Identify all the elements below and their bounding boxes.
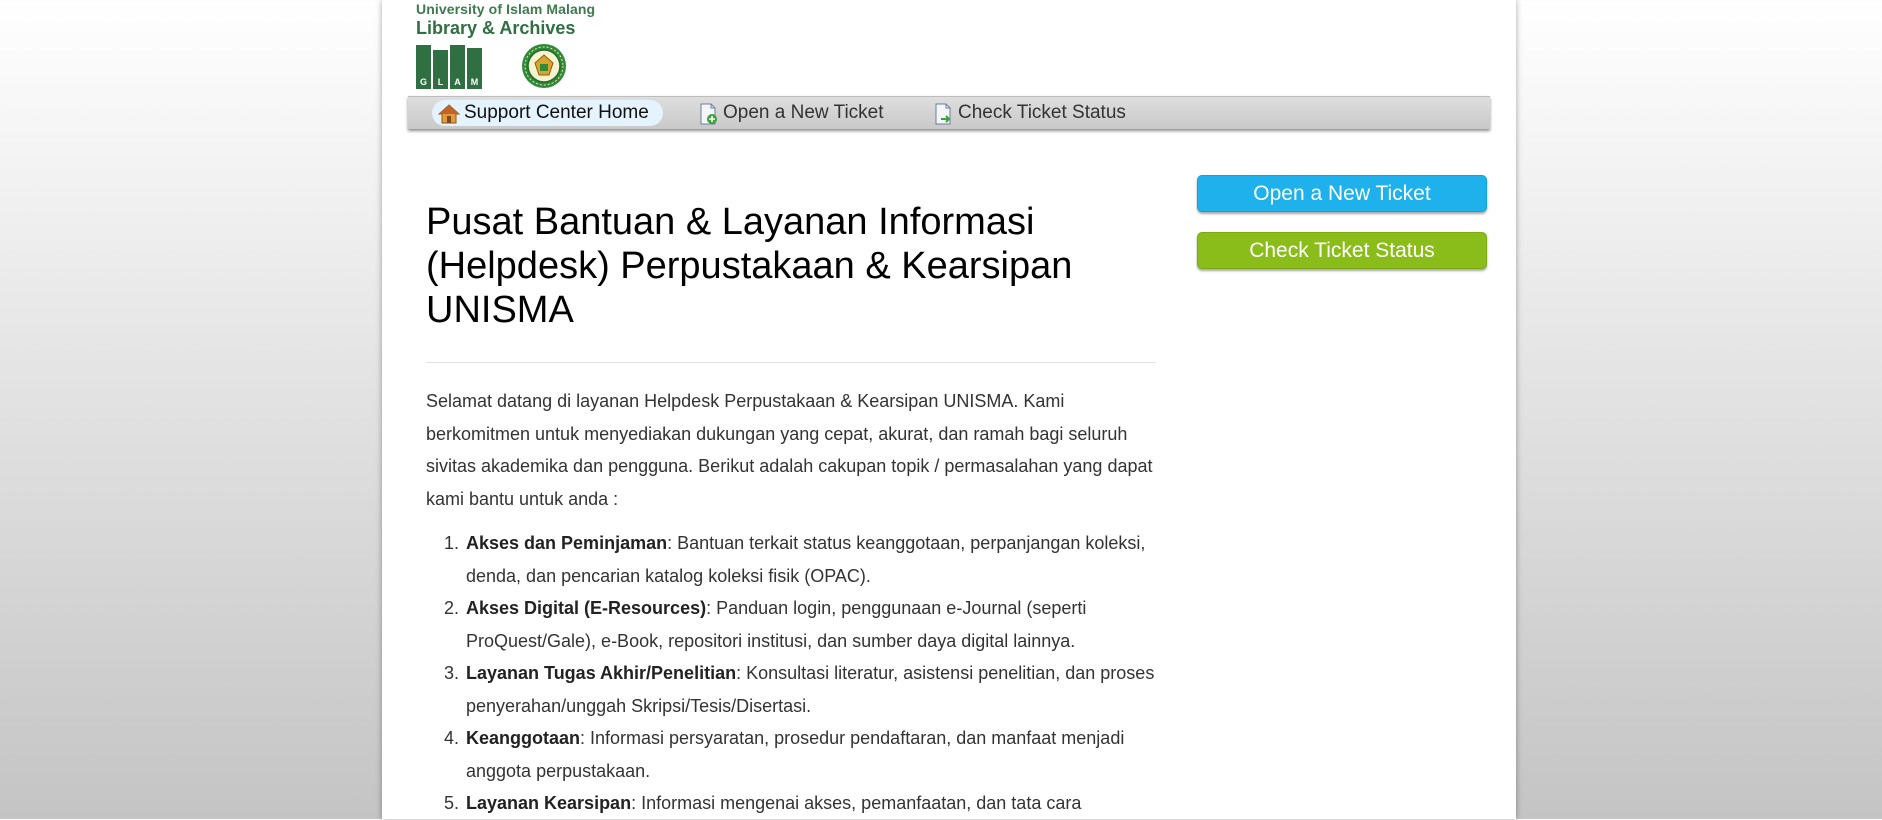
list-item: Layanan Tugas Akhir/Penelitian: Konsulta…	[464, 657, 1156, 722]
svg-text:L: L	[438, 77, 444, 87]
topic-term: Layanan Kearsipan	[466, 793, 632, 813]
page-title: Pusat Bantuan & Layanan Informasi (Helpd…	[426, 201, 1073, 331]
topic-description: : Informasi mengenai akses, pemanfaatan,…	[631, 793, 1082, 813]
nav-label: Support Center Home	[464, 102, 649, 123]
nav-open-new-ticket[interactable]: Open a New Ticket	[691, 100, 884, 126]
unisma-seal-icon	[522, 44, 566, 88]
nav-support-center-home[interactable]: Support Center Home	[432, 100, 663, 126]
list-item: Keanggotaan: Informasi persyaratan, pros…	[464, 722, 1156, 787]
page-container: University of Islam Malang Library & Arc…	[382, 0, 1516, 819]
logo-university-name: University of Islam Malang	[416, 1, 596, 17]
list-item: Akses Digital (E-Resources): Panduan log…	[464, 592, 1156, 657]
open-new-ticket-button[interactable]: Open a New Ticket	[1197, 175, 1487, 212]
topic-term: Akses dan Peminjaman	[466, 533, 668, 553]
list-item: Akses dan Peminjaman: Bantuan terkait st…	[464, 527, 1156, 592]
intro-paragraph: Selamat datang di layanan Helpdesk Perpu…	[426, 391, 1153, 509]
topic-term: Layanan Tugas Akhir/Penelitian	[466, 663, 737, 683]
check-ticket-status-button[interactable]: Check Ticket Status	[1197, 232, 1487, 269]
ticket-status-icon	[935, 103, 951, 125]
new-ticket-icon	[700, 103, 717, 125]
topic-list: Akses dan Peminjaman: Bantuan terkait st…	[426, 527, 1156, 820]
nav-check-ticket-status[interactable]: Check Ticket Status	[926, 100, 1126, 126]
main-content: Pusat Bantuan & Layanan Informasi (Helpd…	[426, 200, 1156, 820]
title-divider	[426, 362, 1156, 363]
home-icon	[438, 104, 460, 124]
site-logo[interactable]: University of Islam Malang Library & Arc…	[414, 0, 614, 92]
topic-term: Akses Digital (E-Resources)	[466, 598, 707, 618]
svg-text:G: G	[420, 77, 427, 87]
nav-label: Check Ticket Status	[958, 102, 1126, 123]
list-item: Layanan Kearsipan: Informasi mengenai ak…	[464, 787, 1156, 820]
glam-logo-icon: G L A M	[416, 45, 482, 89]
logo-library-name: Library & Archives	[416, 18, 576, 38]
svg-text:M: M	[471, 77, 479, 87]
nav-label: Open a New Ticket	[723, 102, 884, 123]
svg-text:A: A	[454, 77, 461, 87]
topic-term: Keanggotaan	[466, 728, 581, 748]
main-navigation: Support Center Home Open a New Ticket Ch…	[408, 96, 1490, 129]
